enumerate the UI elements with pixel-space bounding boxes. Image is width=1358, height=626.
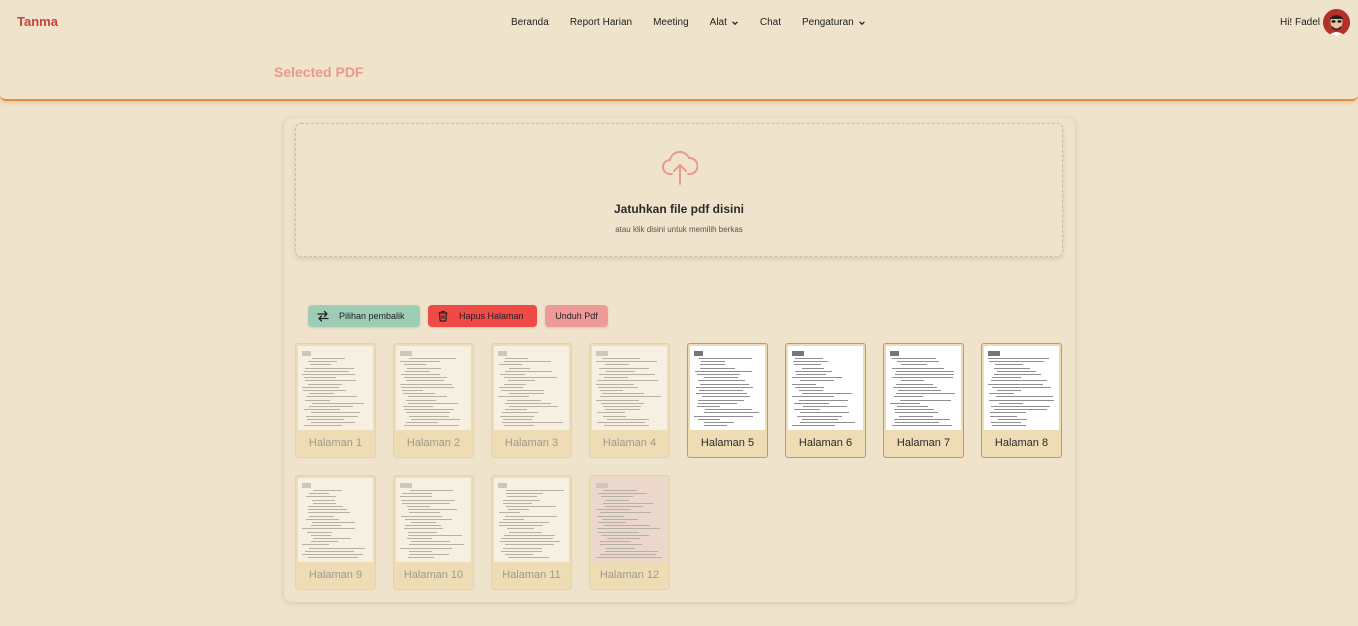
nav-item-label: Chat [759, 17, 782, 28]
nav-item-pengaturan[interactable]: Pengaturan [802, 17, 866, 28]
page-preview [494, 346, 569, 430]
page-preview [396, 346, 471, 430]
page-actions: Pilihan pembalik Hapus Halaman Unduh Pdf [308, 305, 616, 327]
page-preview [298, 346, 373, 430]
reverse-selection-button[interactable]: Pilihan pembalik [308, 305, 420, 327]
reverse-selection-label: Pilihan pembalik [339, 311, 405, 321]
page-label: Halaman 4 [602, 437, 657, 449]
nav-item-label: Report Harian [569, 17, 633, 28]
page-label: Halaman 5 [700, 437, 755, 449]
nav-item-label: Alat [709, 17, 727, 28]
page-label: Halaman 10 [403, 569, 464, 581]
page-thumbnail[interactable]: Halaman 7 [883, 343, 964, 458]
page-thumbnail[interactable]: Halaman 5 [687, 343, 768, 458]
dropzone-title: Jatuhkan file pdf disini [613, 202, 744, 216]
page-label: Halaman 2 [406, 437, 461, 449]
avatar-icon [1323, 9, 1350, 36]
nav-item-alat[interactable]: Alat [710, 17, 739, 28]
page-label: Halaman 12 [599, 569, 660, 581]
nav-item-label: Meeting [653, 17, 689, 28]
page-preview [984, 346, 1059, 430]
page-preview [494, 478, 569, 562]
page-thumbnail[interactable]: Halaman 3 [491, 343, 572, 458]
page-thumbnail[interactable]: Halaman 11 [491, 475, 572, 590]
nav-item-label: Pengaturan [802, 17, 854, 28]
page-preview [592, 346, 667, 430]
trash-icon [438, 310, 448, 322]
page-label: Halaman 9 [308, 569, 363, 581]
user-menu[interactable]: Hi! Fadel [1280, 9, 1350, 36]
page-label: Halaman 7 [896, 437, 951, 449]
user-greeting: Hi! Fadel [1279, 17, 1320, 28]
page-thumbnail[interactable]: Halaman 2 [393, 343, 474, 458]
page-thumbnail[interactable]: Halaman 9 [295, 475, 376, 590]
swap-arrows-icon [317, 310, 329, 322]
page-title: Selected PDF [274, 64, 364, 80]
page-thumbnail[interactable]: Halaman 8 [981, 343, 1062, 458]
nav-item-beranda[interactable]: Beranda [511, 17, 549, 28]
page-label: Halaman 6 [798, 437, 853, 449]
page-thumbnail[interactable]: Halaman 4 [589, 343, 670, 458]
page-preview [298, 478, 373, 562]
page-label: Halaman 8 [994, 437, 1049, 449]
brand-logo[interactable]: Tanma [17, 14, 58, 29]
page-preview [690, 346, 765, 430]
nav-links: Beranda Report Harian Meeting Alat Chat … [511, 17, 866, 28]
page-label: Halaman 3 [504, 437, 559, 449]
nav-item-report-harian[interactable]: Report Harian [570, 17, 632, 28]
pdf-dropzone[interactable]: Jatuhkan file pdf disini atau klik disin… [295, 123, 1063, 257]
page-thumbnail[interactable]: Halaman 12 [589, 475, 670, 590]
navbar: Tanma Beranda Report Harian Meeting Alat… [0, 0, 1358, 46]
pdf-editor-card: Jatuhkan file pdf disini atau klik disin… [284, 118, 1075, 602]
cloud-upload-icon [662, 150, 698, 185]
nav-item-label: Beranda [511, 17, 549, 28]
page-header: Selected PDF [0, 46, 1358, 101]
page-thumbnail[interactable]: Halaman 10 [393, 475, 474, 590]
page-label: Halaman 11 [502, 569, 561, 581]
download-pdf-button[interactable]: Unduh Pdf [545, 305, 608, 327]
page-label: Halaman 1 [308, 437, 363, 449]
avatar[interactable] [1323, 9, 1350, 36]
page-preview [788, 346, 863, 430]
chevron-down-icon [858, 20, 865, 25]
page-preview [592, 478, 667, 562]
page-thumbnail[interactable]: Halaman 6 [785, 343, 866, 458]
chevron-down-icon [732, 20, 738, 25]
download-pdf-label: Unduh Pdf [555, 311, 598, 321]
nav-item-meeting[interactable]: Meeting [653, 17, 689, 28]
page-thumbnail[interactable]: Halaman 1 [295, 343, 376, 458]
page-preview [396, 478, 471, 562]
nav-item-chat[interactable]: Chat [760, 17, 781, 28]
dropzone-subtitle: atau klik disini untuk memilih berkas [615, 225, 743, 234]
delete-pages-label: Hapus Halaman [459, 311, 524, 321]
page-preview [886, 346, 961, 430]
delete-pages-button[interactable]: Hapus Halaman [428, 305, 537, 327]
